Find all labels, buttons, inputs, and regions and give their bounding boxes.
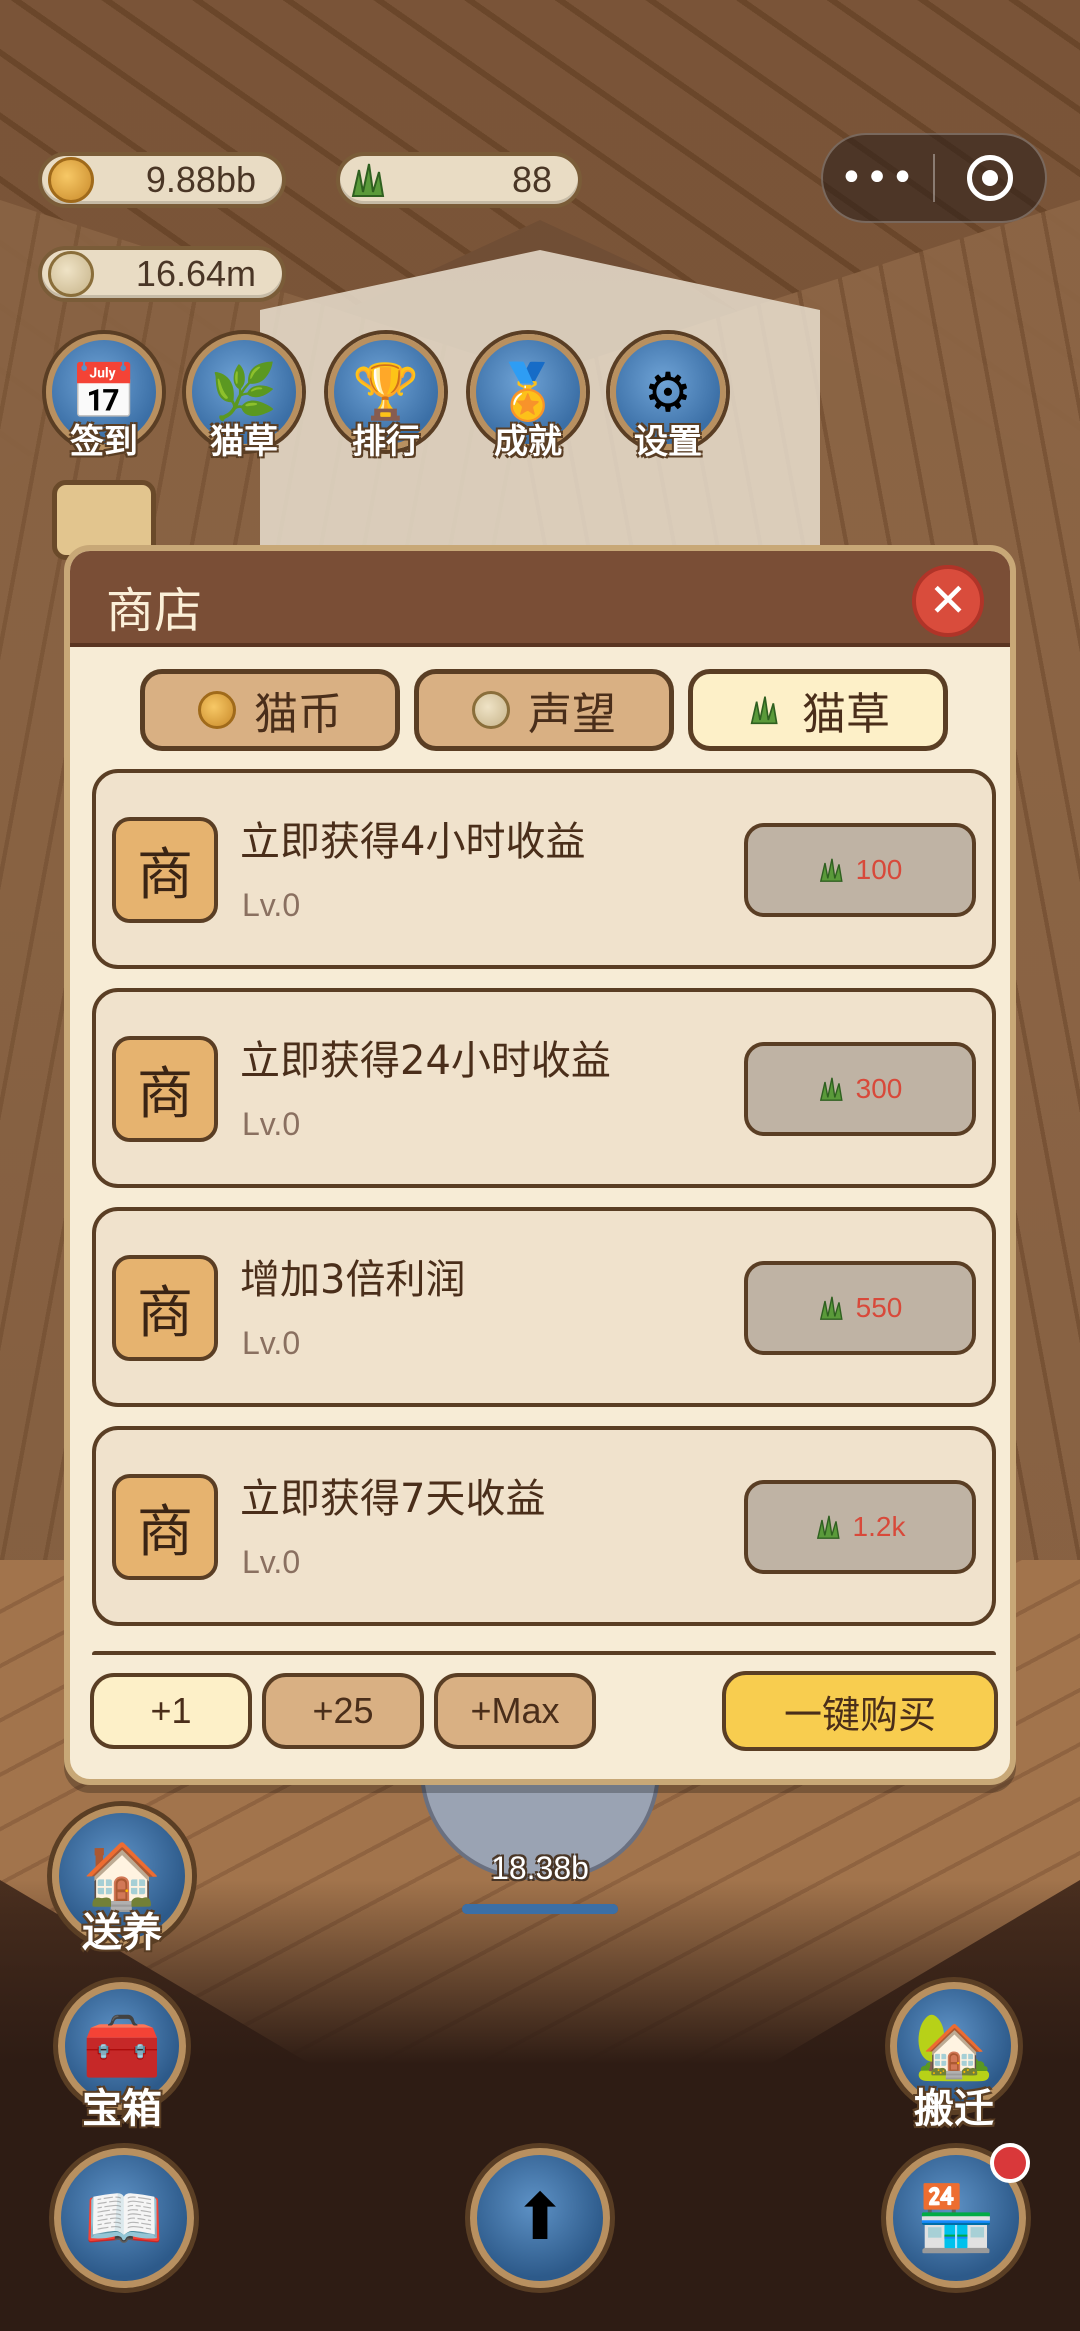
settings-label: 设置: [634, 422, 702, 462]
item-price: 1.2k: [852, 1511, 906, 1542]
close-button[interactable]: ✕: [912, 565, 984, 637]
checkin-label: 签到: [70, 422, 138, 462]
grass-icon: [746, 691, 784, 729]
coin-counter: 9.88bb: [38, 152, 286, 208]
book-button[interactable]: 📖: [54, 2148, 194, 2288]
prestige-value: 16.64m: [135, 253, 256, 294]
coin-icon: [198, 691, 236, 729]
item-level: Lv.0: [242, 1544, 301, 1580]
target-icon[interactable]: [935, 155, 1045, 201]
coin-value: 9.88bb: [145, 159, 256, 200]
tab-prestige-label: 声望: [528, 689, 616, 740]
grass-icon: [346, 157, 392, 203]
house-move-icon: 🏡: [914, 2009, 994, 2084]
ranking-label: 排行: [352, 422, 420, 462]
buy-button[interactable]: 550: [744, 1261, 976, 1355]
item-name: 增加3倍利润: [240, 1257, 466, 1303]
tab-prestige[interactable]: 声望: [414, 669, 674, 751]
laurel-icon: [472, 691, 510, 729]
shop-tabs: 猫币 声望 猫草: [70, 669, 1010, 755]
tab-coins[interactable]: 猫币: [140, 669, 400, 751]
book-icon: 📖: [84, 2181, 164, 2256]
shop-badge: 商: [112, 1474, 218, 1580]
upgrade-arrow-icon: ⬆: [513, 2181, 567, 2255]
tab-coins-label: 猫币: [254, 689, 342, 740]
item-price: 100: [855, 854, 903, 885]
cat-progress-fill: [462, 1904, 618, 1914]
item-name: 立即获得4小时收益: [240, 819, 586, 865]
grass-counter: 88: [336, 152, 582, 208]
grass-value: 88: [511, 159, 552, 200]
item-price: 300: [855, 1073, 903, 1104]
grass-icon: [819, 1296, 843, 1320]
upgrade-button[interactable]: ⬆: [470, 2148, 610, 2288]
grass-icon: [819, 1077, 843, 1101]
item-name: 立即获得24小时收益: [240, 1038, 611, 1084]
buy-all-button[interactable]: 一键购买: [722, 1671, 998, 1751]
grass-icon: [816, 1515, 840, 1539]
item-level: Lv.0: [242, 887, 301, 923]
tab-grass[interactable]: 猫草: [688, 669, 948, 751]
shop-item: 商 增加3倍利润 Lv.0 550: [92, 1207, 996, 1407]
shop-title: 商店: [106, 583, 203, 639]
shop-dialog: 商店 ✕ 猫币 声望 猫草 商 立即获得4小时收益 Lv.0 100 商 立即获…: [64, 545, 1016, 1785]
item-level: Lv.0: [242, 1325, 301, 1361]
notification-dot: [990, 2143, 1030, 2183]
shop-badge: 商: [112, 817, 218, 923]
prestige-counter: 16.64m: [38, 246, 286, 302]
shop-item: 商 立即获得4小时收益 Lv.0 100: [92, 769, 996, 969]
adopt-label: 送养: [82, 1910, 162, 1956]
grass-menu-label: 猫草: [210, 422, 278, 462]
quantity-25-button[interactable]: +25: [262, 1673, 424, 1749]
shop-stall-icon: 🏪: [916, 2181, 996, 2256]
chest-label: 宝箱: [82, 2086, 162, 2132]
coin-icon: [48, 157, 94, 203]
item-price: 550: [855, 1292, 903, 1323]
buy-button[interactable]: 1.2k: [744, 1480, 976, 1574]
cat-earnings: 18.38b: [491, 1850, 589, 1886]
cat-progress-bar: [462, 1904, 618, 1914]
tab-grass-label: 猫草: [802, 689, 890, 740]
achievement-label: 成就: [494, 422, 562, 462]
buy-button[interactable]: 100: [744, 823, 976, 917]
mini-program-capsule: •••: [821, 133, 1047, 223]
list-bottom-edge: [92, 1651, 996, 1657]
move-label: 搬迁: [914, 2086, 994, 2132]
item-name: 立即获得7天收益: [240, 1476, 546, 1522]
item-level: Lv.0: [242, 1106, 301, 1142]
shop-item: 商 立即获得7天收益 Lv.0 1.2k: [92, 1426, 996, 1626]
purchase-bar: +1 +25 +Max 一键购买: [70, 1671, 1010, 1773]
quantity-1-button[interactable]: +1: [90, 1673, 252, 1749]
grass-icon: [819, 858, 843, 882]
buy-button[interactable]: 300: [744, 1042, 976, 1136]
treasure-chest-icon: 🧰: [82, 2009, 162, 2084]
shop-badge: 商: [112, 1036, 218, 1142]
shop-badge: 商: [112, 1255, 218, 1361]
laurel-icon: [48, 251, 94, 297]
more-dots-icon[interactable]: •••: [823, 155, 933, 201]
shop-item: 商 立即获得24小时收益 Lv.0 300: [92, 988, 996, 1188]
shop-header: 商店 ✕: [70, 551, 1010, 647]
quantity-max-button[interactable]: +Max: [434, 1673, 596, 1749]
